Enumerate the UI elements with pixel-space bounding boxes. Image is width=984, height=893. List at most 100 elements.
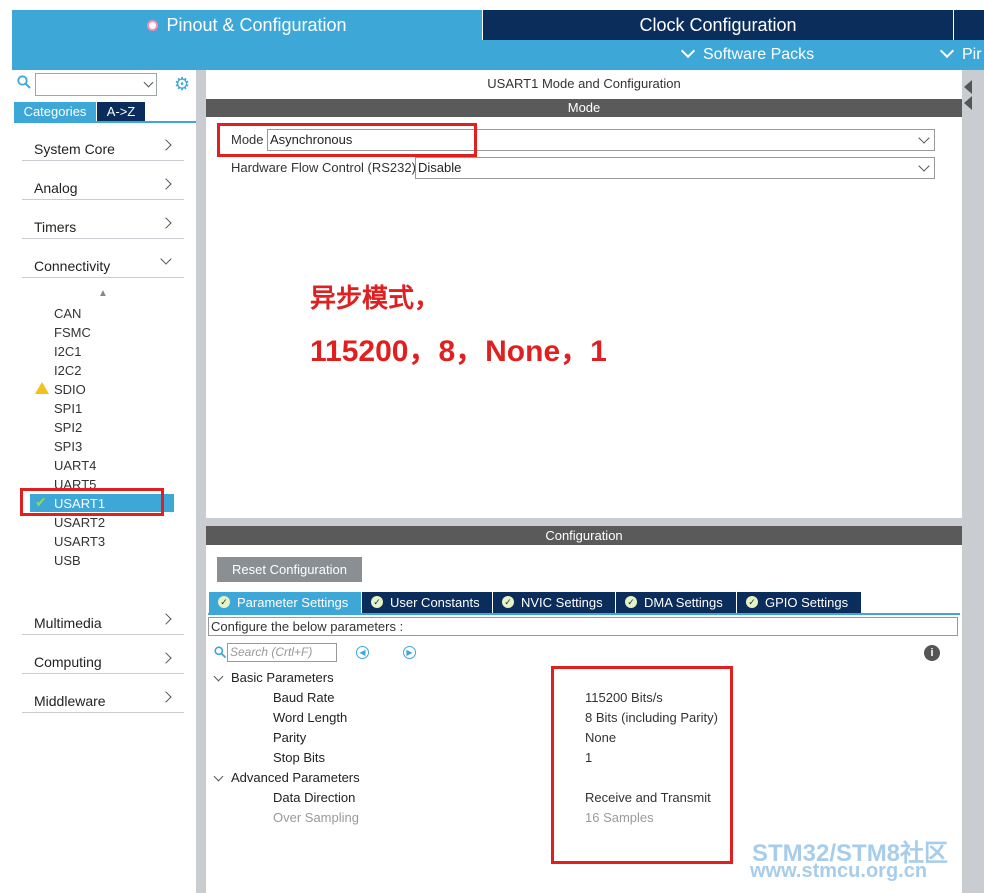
check-circle-icon: ✓: [218, 596, 230, 608]
category-middleware[interactable]: Middleware: [22, 684, 184, 713]
param-name[interactable]: Word Length: [273, 710, 347, 725]
tab-a-to-z[interactable]: A->Z: [97, 102, 145, 121]
chevron-down-icon: [918, 132, 930, 144]
chevron-down-icon: [143, 77, 154, 88]
chevron-right-icon: [160, 139, 172, 151]
category-timers[interactable]: Timers: [22, 210, 184, 239]
scroll-up-icon[interactable]: ▲: [98, 288, 108, 299]
category-connectivity[interactable]: Connectivity: [22, 249, 184, 278]
active-dot-icon: [147, 19, 159, 31]
mode-section-header: Mode: [206, 99, 962, 117]
sidebar-item-spi1[interactable]: SPI1: [54, 401, 82, 416]
hardware-flow-control-select[interactable]: [415, 157, 935, 179]
category-multimedia[interactable]: Multimedia: [22, 606, 184, 635]
warning-icon: [35, 382, 49, 394]
chevron-down-icon: [680, 43, 696, 59]
category-system-core[interactable]: System Core: [22, 132, 184, 161]
collapse-left-icon[interactable]: [964, 96, 972, 110]
chevron-right-icon: [160, 217, 172, 229]
category-label: Middleware: [34, 693, 106, 709]
watermark-line-2: www.stmcu.org.cn: [750, 860, 928, 882]
sidebar-item-spi2[interactable]: SPI2: [54, 420, 82, 435]
check-circle-icon: ✓: [371, 596, 383, 608]
collapse-left-icon[interactable]: [964, 80, 972, 94]
configure-description: Configure the below parameters :: [208, 617, 958, 636]
gear-icon[interactable]: ⚙: [174, 74, 190, 95]
hardware-flow-control-value: Disable: [418, 160, 462, 175]
right-splitter[interactable]: [962, 70, 984, 893]
category-label: Connectivity: [34, 258, 111, 274]
pinout-menu[interactable]: Pir: [939, 43, 982, 64]
tab-user-constants[interactable]: ✓ User Constants: [362, 592, 492, 613]
parameter-search-input[interactable]: Search (Crtl+F): [227, 643, 337, 662]
category-analog[interactable]: Analog: [22, 171, 184, 200]
chevron-down-icon: [918, 160, 930, 172]
sidebar-item-sdio[interactable]: SDIO: [54, 382, 86, 397]
tab-pinout-configuration[interactable]: Pinout & Configuration: [12, 10, 482, 40]
tab-label: DMA Settings: [644, 595, 723, 610]
tab-label: NVIC Settings: [521, 595, 603, 610]
check-circle-icon: ✓: [746, 596, 758, 608]
mode-highlight-box: [217, 123, 477, 157]
group-basic-parameters[interactable]: Basic Parameters: [231, 670, 334, 685]
pinout-menu-label: Pir: [962, 46, 982, 63]
search-icon[interactable]: [17, 75, 31, 89]
chevron-down-icon: [939, 43, 955, 59]
sub-bar: [12, 40, 984, 70]
usart1-highlight-box: [20, 488, 164, 516]
tab-dma-settings[interactable]: ✓ DMA Settings: [616, 592, 736, 613]
group-advanced-parameters[interactable]: Advanced Parameters: [231, 770, 360, 785]
chevron-right-icon: [160, 691, 172, 703]
tab-nvic-settings[interactable]: ✓ NVIC Settings: [493, 592, 615, 613]
param-name[interactable]: Baud Rate: [273, 690, 334, 705]
annotation-line-2: 115200，8，None，1: [310, 335, 607, 368]
software-packs-label: Software Packs: [703, 46, 815, 63]
check-circle-icon: ✓: [502, 596, 514, 608]
sidebar-search-combo[interactable]: [35, 73, 157, 96]
annotation-line-1: 异步模式，: [310, 283, 441, 313]
param-tab-underline: [208, 613, 960, 615]
param-name-disabled: Over Sampling: [273, 810, 359, 825]
check-circle-icon: ✓: [625, 596, 637, 608]
tab-gpio-settings[interactable]: ✓ GPIO Settings: [737, 592, 861, 613]
category-computing[interactable]: Computing: [22, 645, 184, 674]
hardware-flow-control-label: Hardware Flow Control (RS232): [231, 160, 416, 175]
tab-clock-label: Clock Configuration: [639, 14, 797, 35]
sidebar-item-uart4[interactable]: UART4: [54, 458, 96, 473]
tab-categories[interactable]: Categories: [14, 102, 96, 121]
sidebar-item-i2c2[interactable]: I2C2: [54, 363, 81, 378]
panel-divider[interactable]: [206, 518, 962, 526]
category-label: System Core: [34, 141, 115, 157]
params-highlight-box: [551, 666, 733, 864]
sidebar-item-spi3[interactable]: SPI3: [54, 439, 82, 454]
tab-clock-configuration[interactable]: Clock Configuration: [483, 10, 953, 40]
sidebar-item-can[interactable]: CAN: [54, 306, 81, 321]
category-label: Computing: [34, 654, 102, 670]
software-packs-menu[interactable]: Software Packs: [680, 43, 815, 64]
previous-match-icon[interactable]: ◀: [356, 646, 369, 659]
sidebar-item-usart3[interactable]: USART3: [54, 534, 105, 549]
param-name[interactable]: Parity: [273, 730, 306, 745]
sidebar-splitter[interactable]: [196, 70, 206, 893]
tab-label: User Constants: [390, 595, 480, 610]
sidebar-item-i2c1[interactable]: I2C1: [54, 344, 81, 359]
tab-pinout-label: Pinout & Configuration: [166, 14, 347, 35]
param-name[interactable]: Data Direction: [273, 790, 355, 805]
sidebar-item-usb[interactable]: USB: [54, 553, 81, 568]
tab-underline: [14, 121, 196, 123]
tab-parameter-settings[interactable]: ✓ Parameter Settings: [209, 592, 361, 613]
tab-overflow[interactable]: [954, 10, 984, 40]
param-name[interactable]: Stop Bits: [273, 750, 325, 765]
tab-label: GPIO Settings: [765, 595, 849, 610]
sidebar-item-fsmc[interactable]: FSMC: [54, 325, 91, 340]
next-match-icon[interactable]: ▶: [403, 646, 416, 659]
sidebar-item-usart2[interactable]: USART2: [54, 515, 105, 530]
info-icon[interactable]: i: [924, 645, 940, 661]
search-icon: [214, 646, 226, 658]
category-label: Timers: [34, 219, 77, 235]
chevron-down-icon: [160, 253, 172, 265]
panel-title: USART1 Mode and Configuration: [487, 76, 681, 91]
category-label: Multimedia: [34, 615, 102, 631]
reset-configuration-button[interactable]: Reset Configuration: [217, 557, 362, 582]
chevron-right-icon: [160, 178, 172, 190]
